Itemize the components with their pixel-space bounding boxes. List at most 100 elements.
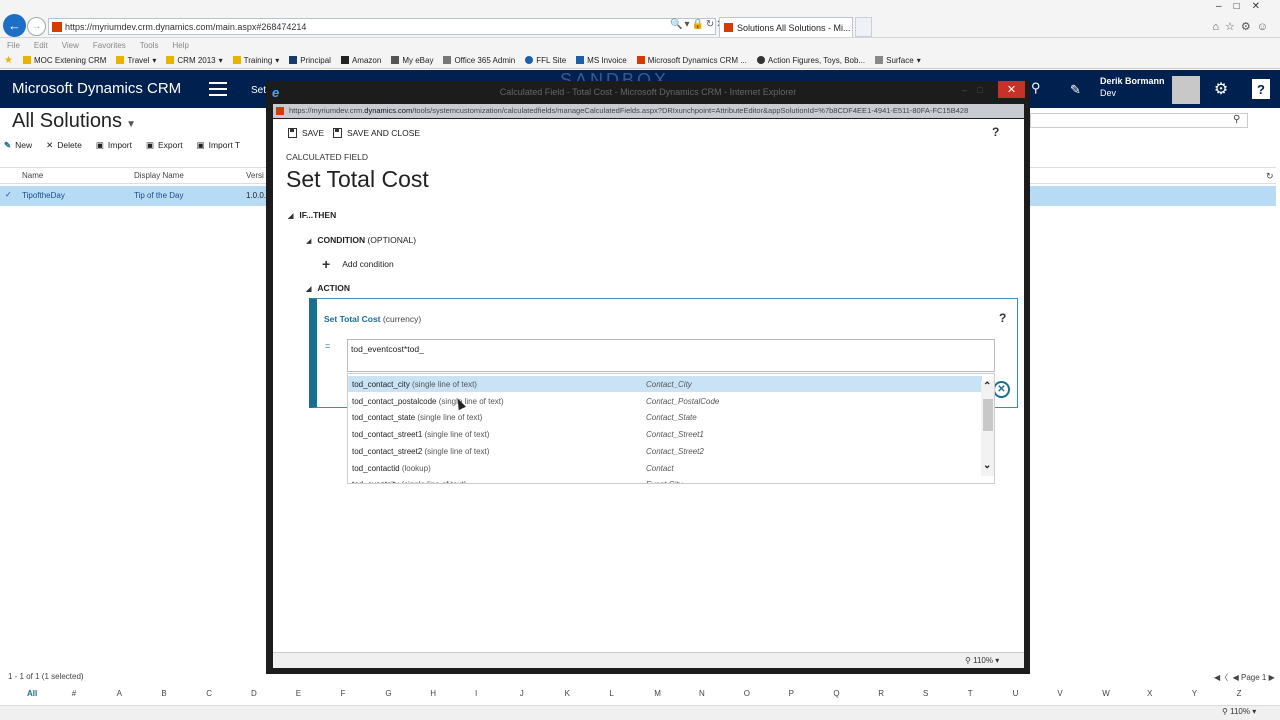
menu-view[interactable]: View (62, 41, 79, 50)
avatar[interactable] (1172, 76, 1200, 104)
popup-close-button[interactable]: ✕ (998, 81, 1025, 98)
suggestion-item[interactable]: tod_contact_state (single line of text) C… (348, 409, 982, 425)
nav-breadcrumb-settings[interactable]: Set (251, 85, 266, 96)
fav-training[interactable]: Training ▾ (232, 56, 279, 65)
favorites-star-icon[interactable]: ★ (4, 55, 13, 66)
import-translations-button[interactable]: ▣ Import T (197, 140, 241, 151)
menu-favorites[interactable]: Favorites (93, 41, 126, 50)
app-title[interactable]: Microsoft Dynamics CRM (12, 80, 181, 97)
chevron-up-icon[interactable]: ⌃ (983, 381, 991, 392)
pager[interactable]: ◀〈 ◀ Page 1 ▶ (1214, 672, 1275, 683)
gear-icon[interactable]: ⚙ (1208, 70, 1234, 108)
browser-tool-icons[interactable]: ⌂☆⚙☺ (1212, 20, 1274, 33)
cancel-icon[interactable]: ✕ (993, 381, 1010, 398)
popup-window-controls[interactable]: –□ (962, 85, 992, 95)
fav-crm2013[interactable]: CRM 2013 ▾ (166, 56, 223, 65)
back-button[interactable]: ← (3, 14, 26, 37)
alpha-filter-g[interactable]: G (385, 689, 391, 698)
hamburger-menu-icon[interactable] (209, 82, 227, 96)
browser-tab-active[interactable]: Solutions All Solutions - Mi... ✕ (719, 17, 853, 37)
ifthen-section[interactable]: ◢ IF...THEN (288, 210, 336, 220)
suggestion-item[interactable]: tod_contact_city (single line of text) Co… (348, 376, 982, 392)
new-tab-button[interactable] (855, 17, 872, 37)
user-info[interactable]: Derik Bormann Dev (1100, 75, 1165, 99)
suggestion-item[interactable]: tod_contact_postalcode (single line of t… (348, 393, 982, 409)
alpha-filter-all[interactable]: All (27, 689, 37, 698)
column-header-name[interactable]: Name (22, 171, 43, 180)
action-section[interactable]: ◢ ACTION (306, 283, 350, 293)
delete-button[interactable]: ✕ Delete (46, 140, 82, 151)
save-and-close-button[interactable]: SAVE AND CLOSE (333, 128, 420, 138)
alpha-filter-d[interactable]: D (251, 689, 257, 698)
fav-surface[interactable]: Surface ▾ (875, 56, 921, 65)
search-icon[interactable]: ⚲ (1233, 114, 1240, 125)
zoom-control[interactable]: ⚲ 110% ▾ (1222, 707, 1256, 716)
export-button[interactable]: ▣ Export (146, 140, 183, 151)
suggestion-item[interactable]: tod_contact_street1 (single line of text… (348, 426, 982, 442)
window-controls[interactable]: –□✕ (1216, 1, 1272, 12)
suggestion-item[interactable]: tod_contactid (lookup) Contact (348, 460, 982, 476)
collapse-triangle-icon[interactable]: ◢ (306, 286, 311, 293)
chevron-down-icon[interactable]: ▼ (126, 119, 136, 130)
alpha-filter-s[interactable]: S (923, 689, 928, 698)
suggestion-item[interactable]: tod_contact_street2 (single line of text… (348, 443, 982, 459)
column-header-version[interactable]: Versi (246, 171, 264, 180)
column-header-display-name[interactable]: Display Name (134, 171, 184, 180)
alpha-filter-i[interactable]: I (475, 689, 477, 698)
help-icon[interactable]: ? (1252, 79, 1270, 99)
suggestion-item[interactable]: tod_eventcity (single line of text) Event… (348, 476, 982, 483)
alpha-filter-l[interactable]: L (609, 689, 613, 698)
menu-edit[interactable]: Edit (34, 41, 48, 50)
chevron-down-icon[interactable]: ⌄ (983, 460, 991, 471)
alpha-filter-a[interactable]: A (117, 689, 122, 698)
fav-office365[interactable]: Office 365 Admin (443, 56, 515, 65)
scrollbar-thumb[interactable] (983, 399, 993, 431)
alpha-filter-w[interactable]: W (1102, 689, 1110, 698)
popup-zoom-control[interactable]: ⚲ 110% ▾ (965, 656, 999, 665)
forward-button[interactable]: → (27, 17, 46, 36)
import-button[interactable]: ▣ Import (96, 140, 132, 151)
alpha-filter-k[interactable]: K (565, 689, 570, 698)
fav-principal[interactable]: Principal (289, 56, 331, 65)
condition-section[interactable]: ◢ CONDITION (OPTIONAL) (306, 235, 416, 245)
collapse-triangle-icon[interactable]: ◢ (288, 213, 293, 220)
formula-input[interactable]: tod_eventcost*tod_ (347, 339, 995, 372)
refresh-icon[interactable]: ↻ (1266, 171, 1274, 182)
search-icon[interactable]: ⚲ (1031, 80, 1053, 100)
fav-moc[interactable]: MOC Extening CRM (22, 56, 106, 65)
fav-amazon[interactable]: Amazon (340, 56, 381, 65)
menu-file[interactable]: File (7, 41, 20, 50)
alpha-filter-u[interactable]: U (1013, 689, 1019, 698)
alpha-filter-y[interactable]: Y (1192, 689, 1197, 698)
alpha-filter-hash[interactable]: # (72, 689, 76, 698)
address-bar[interactable]: https://myriumdev.crm.dynamics.com/main.… (48, 18, 716, 35)
alpha-filter-f[interactable]: F (341, 689, 346, 698)
alpha-filter-v[interactable]: V (1057, 689, 1062, 698)
help-icon[interactable]: ? (992, 125, 999, 139)
alpha-filter-p[interactable]: P (789, 689, 794, 698)
alpha-filter-e[interactable]: E (296, 689, 301, 698)
alpha-filter-m[interactable]: M (654, 689, 661, 698)
alpha-filter-r[interactable]: R (878, 689, 884, 698)
fav-action-figures[interactable]: Action Figures, Toys, Bob... (756, 56, 865, 65)
page-title[interactable]: All Solutions ▼ (12, 110, 136, 133)
menu-tools[interactable]: Tools (140, 41, 159, 50)
save-button[interactable]: SAVE (288, 128, 324, 138)
alpha-filter-z[interactable]: Z (1237, 689, 1242, 698)
fav-travel[interactable]: Travel ▾ (116, 56, 156, 65)
alpha-filter-o[interactable]: O (744, 689, 750, 698)
alpha-filter-b[interactable]: B (161, 689, 166, 698)
alpha-filter-h[interactable]: H (430, 689, 436, 698)
alpha-filter-t[interactable]: T (968, 689, 973, 698)
search-input[interactable] (1030, 113, 1248, 128)
fav-ms-invoice[interactable]: MS Invoice (576, 56, 627, 65)
alpha-filter-n[interactable]: N (699, 689, 705, 698)
new-button[interactable]: ✎ New (4, 140, 32, 151)
fav-ebay[interactable]: My eBay (391, 56, 433, 65)
alpha-filter-x[interactable]: X (1147, 689, 1152, 698)
create-record-icon[interactable]: ✎ (1070, 82, 1081, 98)
add-condition-button[interactable]: + Add condition (322, 256, 394, 272)
fav-ffl[interactable]: FFL Site (525, 56, 566, 65)
collapse-triangle-icon[interactable]: ◢ (306, 238, 311, 245)
alpha-filter-c[interactable]: C (206, 689, 212, 698)
